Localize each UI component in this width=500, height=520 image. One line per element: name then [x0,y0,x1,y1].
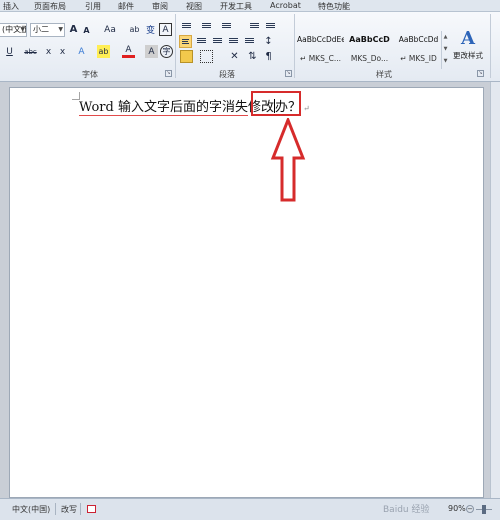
style-item[interactable]: AaBbCcDdEe ↵ MKS_C... [297,31,344,69]
tab-mailings[interactable]: 邮件 [118,1,134,12]
font-family-combo[interactable]: (中文正 ▼ [0,23,27,37]
status-language[interactable]: 中文(中国) [12,504,50,515]
style-item[interactable]: AaBbCcDd ↵ MKS_ID [395,31,442,69]
style-name-text: MKS_C... [308,54,341,63]
shading-icon[interactable] [180,50,193,63]
text-before: Word 输入文字后面的字消失 [79,100,248,116]
macro-record-icon[interactable] [87,505,96,513]
tab-acrobat[interactable]: Acrobat [270,1,301,10]
group-divider [294,14,295,78]
annotation-arrow-icon [270,118,306,202]
text-effects-button[interactable]: A [75,45,88,58]
paragraph-group-label: 段落 [219,70,235,79]
subscript-button[interactable]: x [42,45,55,58]
tab-developer[interactable]: 开发工具 [220,1,252,12]
style-item[interactable]: AaBbCcD MKS_Do... [346,31,393,69]
tab-special-features[interactable]: 特色功能 [318,1,350,12]
style-preview: AaBbCcD [349,35,390,44]
superscript-button[interactable]: x [56,45,69,58]
chevron-down-icon[interactable]: ▼ [442,43,449,55]
font-size-combo[interactable]: 小二 ▼ [30,23,65,37]
document-page[interactable] [9,87,484,498]
grow-font-button[interactable]: A [67,23,80,36]
annotation-highlight-box [251,91,301,116]
chevron-down-icon: ▼ [20,26,25,33]
line-spacing-icon[interactable]: ↕ [262,35,275,48]
zoom-slider-thumb[interactable] [482,505,486,514]
bullets-icon[interactable] [180,20,193,33]
style-name: MKS_Do... [350,54,389,63]
paragraph-mark: ↵ [303,104,310,113]
align-left-icon[interactable] [179,35,192,48]
styles-group-label: 样式 [376,70,392,79]
multilevel-list-icon[interactable] [220,20,233,33]
group-divider [490,14,491,78]
chevron-down-icon: ▼ [58,26,63,33]
change-styles-icon: A [461,28,475,49]
more-icon[interactable]: ▼ [442,55,449,67]
strikethrough-button[interactable]: abc [24,45,37,58]
clear-format-button[interactable]: ab [128,23,141,36]
font-group-label: 字体 [82,70,98,79]
font-color-button[interactable]: A [122,45,135,58]
paragraph-dialog-launcher-icon[interactable]: ↘ [285,70,292,77]
change-case-button[interactable]: Aa [102,23,118,36]
align-center-icon[interactable] [195,35,208,48]
distributed-icon[interactable] [243,35,256,48]
status-bar: 中文(中国) 改写 Baidu 经验 90% − [0,498,500,520]
zoom-out-icon[interactable]: − [466,505,474,513]
tab-review[interactable]: 审阅 [152,1,168,12]
paragraph-mark-icon[interactable]: ¶ [262,50,275,63]
justify-icon[interactable] [227,35,240,48]
styles-dialog-launcher-icon[interactable]: ↘ [477,70,484,77]
chevron-up-icon[interactable]: ▲ [442,31,449,43]
styles-gallery: AaBbCcDdEe ↵ MKS_C... AaBbCcD MKS_Do... … [297,31,444,69]
underline-button[interactable]: U [3,45,16,58]
enclose-char-button[interactable]: 字 [160,45,173,58]
change-styles-label: 更改样式 [453,51,483,60]
document-canvas [0,82,500,498]
phonetic-guide-button[interactable]: 变 [144,23,157,36]
borders-icon[interactable] [200,50,213,63]
ribbon: (中文正 ▼ 小二 ▼ A A Aa ab 变 A U abc x x A ab… [0,12,500,82]
increase-indent-icon[interactable] [264,20,277,33]
status-divider [55,503,56,515]
change-styles-button[interactable]: A 更改样式 [450,28,486,61]
numbering-icon[interactable] [200,20,213,33]
status-overtype-mode[interactable]: 改写 [61,504,77,515]
vertical-scrollbar[interactable] [490,82,500,498]
style-preview: AaBbCcDdEe [297,35,344,44]
tab-view[interactable]: 视图 [186,1,202,12]
char-shading-button[interactable]: A [145,45,158,58]
group-divider [175,14,176,78]
zoom-level[interactable]: 90% [448,504,466,513]
ribbon-tab-strip: 插入 页面布局 引用 邮件 审阅 视图 开发工具 Acrobat 特色功能 [0,0,500,12]
font-dialog-launcher-icon[interactable]: ↘ [165,70,172,77]
style-name: ↵ MKS_ID [400,54,437,63]
tab-page-layout[interactable]: 页面布局 [34,1,66,12]
asian-layout-icon[interactable]: ✕ [228,50,241,63]
gallery-scroll[interactable]: ▲ ▼ ▼ [441,31,449,69]
align-right-icon[interactable] [211,35,224,48]
decrease-indent-icon[interactable] [248,20,261,33]
style-name-text: MKS_ID [408,54,437,63]
watermark: Baidu 经验 [383,505,430,515]
font-size-value: 小二 [33,25,49,34]
tab-insert[interactable]: 插入 [3,1,19,12]
tab-references[interactable]: 引用 [85,1,101,12]
style-preview: AaBbCcDd [398,35,439,44]
style-name: ↵ MKS_C... [300,54,341,63]
highlight-button[interactable]: ab [97,45,110,58]
status-divider [80,503,81,515]
char-border-button[interactable]: A [159,23,172,36]
sort-icon[interactable]: ⇅ [246,50,259,63]
shrink-font-button[interactable]: A [80,24,93,37]
